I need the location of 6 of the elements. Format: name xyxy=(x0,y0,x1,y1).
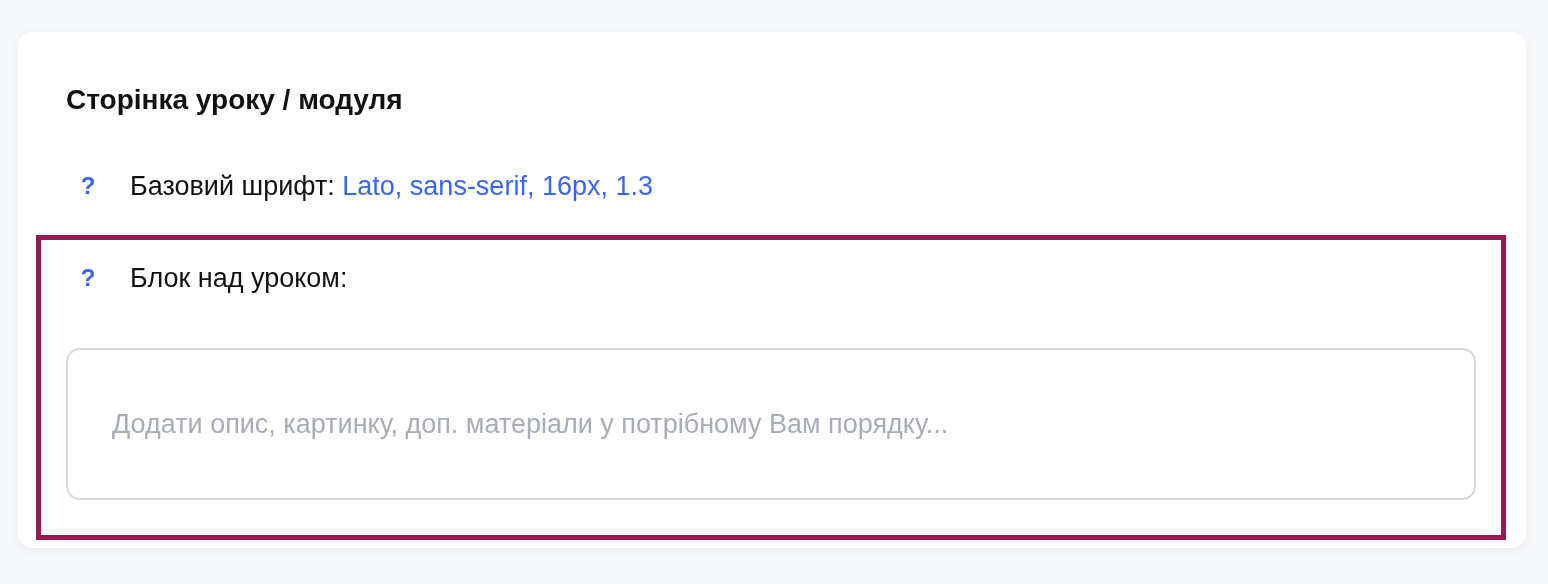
setting-label: Блок над уроком: xyxy=(130,262,348,294)
help-link[interactable]: ? xyxy=(70,170,106,202)
section-title: Сторінка уроку / модуля xyxy=(66,83,404,117)
description-field[interactable]: Додати опис, картинку, доп. матеріали у потрібному Вам порядку... xyxy=(66,348,1476,500)
help-link[interactable]: ? xyxy=(70,262,106,294)
setting-text: Базовий шрифт: Lato, sans-serif, 16px, 1.3 xyxy=(130,170,653,202)
